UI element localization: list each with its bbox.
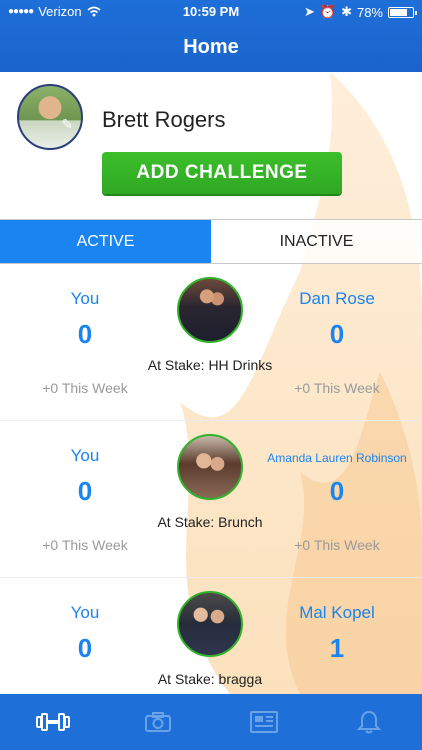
challenge-row[interactable]: You 0 +0 This Week At Stake: Brunch Aman… xyxy=(0,421,422,578)
right-player-name: Mal Kopel xyxy=(299,603,375,622)
tab-workouts[interactable] xyxy=(23,702,83,742)
left-player-name: You xyxy=(70,446,100,465)
challenge-photo[interactable] xyxy=(177,434,243,500)
challenge-row[interactable]: You 0 +0 This Week At Stake: HH Drinks D… xyxy=(0,264,422,421)
left-player-week: +0 This Week xyxy=(42,537,128,553)
edit-pencil-icon[interactable]: ✎ xyxy=(61,116,73,133)
stake-label: At Stake: Brunch xyxy=(157,514,263,530)
right-player-score: 1 xyxy=(329,633,345,663)
tab-active[interactable]: ACTIVE xyxy=(0,220,211,263)
right-player-name: Amanda Lauren Robinson xyxy=(267,451,407,465)
bell-icon xyxy=(357,710,382,734)
right-player-week: +0 This Week xyxy=(294,380,380,396)
left-player-score: 0 xyxy=(77,319,93,349)
page-title: Home xyxy=(183,36,239,58)
tab-inactive[interactable]: INACTIVE xyxy=(211,220,422,263)
status-bar: ●●●●● Verizon 10:59 PM ➤ ⏰ ✱ 78% xyxy=(0,0,422,22)
avatar[interactable]: ✎ xyxy=(17,84,83,150)
right-player-score: 0 xyxy=(329,319,345,349)
challenge-photo[interactable] xyxy=(177,591,243,657)
left-player-score: 0 xyxy=(77,633,93,663)
profile-name: Brett Rogers xyxy=(102,107,226,132)
newspaper-icon xyxy=(249,711,278,733)
add-challenge-button[interactable]: ADD CHALLENGE xyxy=(102,152,342,194)
right-player-week: +0 This Week xyxy=(294,537,380,553)
profile-header: ✎ Brett Rogers ADD CHALLENGE xyxy=(0,72,422,219)
battery-percent: 78% xyxy=(356,4,383,20)
stake-label: At Stake: HH Drinks xyxy=(147,357,273,373)
challenge-photo[interactable] xyxy=(177,277,243,343)
battery-icon xyxy=(388,6,417,18)
right-player-score: 0 xyxy=(329,476,345,506)
location-icon: ➤ xyxy=(303,4,315,19)
tab-notifications[interactable] xyxy=(339,702,399,742)
tab-camera[interactable] xyxy=(128,702,188,742)
dumbbell-icon xyxy=(35,713,70,731)
bluetooth-icon: ✱ xyxy=(341,4,352,19)
right-player-name: Dan Rose xyxy=(299,289,375,308)
left-player-week: +0 This Week xyxy=(42,380,128,396)
top-bar: ●●●●● Verizon 10:59 PM ➤ ⏰ ✱ 78% Home xyxy=(0,0,422,72)
tab-feed[interactable] xyxy=(234,702,294,742)
camera-icon xyxy=(145,712,172,732)
left-player-name: You xyxy=(70,603,100,622)
stake-label: At Stake: bragga xyxy=(157,671,263,687)
left-player-score: 0 xyxy=(77,476,93,506)
bottom-tab-bar xyxy=(0,694,422,750)
left-player-name: You xyxy=(70,289,100,308)
alarm-icon: ⏰ xyxy=(319,4,337,19)
challenge-tabs: ACTIVE INACTIVE xyxy=(0,219,422,264)
